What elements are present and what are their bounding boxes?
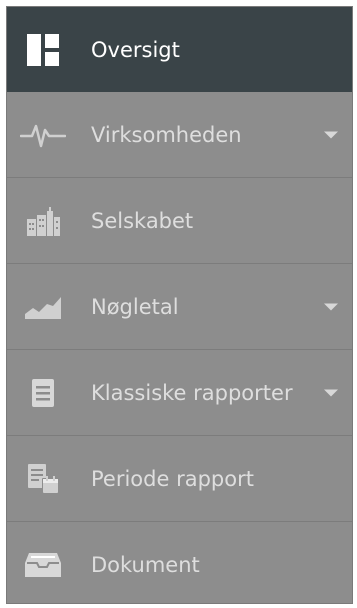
sidebar-item-selskabet[interactable]: Selskabet xyxy=(7,178,352,264)
sidebar-item-label: Dokument xyxy=(91,553,200,577)
sidebar-item-periode-rapport[interactable]: Periode rapport xyxy=(7,436,352,522)
sidebar-item-label: Klassiske rapporter xyxy=(91,380,293,405)
sidebar-item-klassiske-rapporter[interactable]: Klassiske rapporter xyxy=(7,350,352,436)
buildings-icon xyxy=(19,201,67,241)
chevron-down-icon[interactable] xyxy=(324,303,338,310)
dashboard-icon xyxy=(19,30,67,70)
sidebar-nav: Oversigt Virksomheden Selskabet Nøgletal… xyxy=(6,6,353,604)
sidebar-item-label: Oversigt xyxy=(91,37,180,62)
sidebar-item-oversigt[interactable]: Oversigt xyxy=(7,7,352,92)
period-report-icon xyxy=(19,459,67,499)
sidebar-item-label: Periode rapport xyxy=(91,466,254,491)
pulse-icon xyxy=(19,115,67,155)
sidebar-item-virksomheden[interactable]: Virksomheden xyxy=(7,92,352,178)
sidebar-item-dokument[interactable]: Dokument xyxy=(7,522,352,608)
sidebar-item-label: Nøgletal xyxy=(91,294,179,319)
chevron-down-icon[interactable] xyxy=(324,389,338,396)
sidebar-item-noegletal[interactable]: Nøgletal xyxy=(7,264,352,350)
inbox-icon xyxy=(19,545,67,585)
document-icon xyxy=(19,373,67,413)
sidebar-item-label: Selskabet xyxy=(91,208,194,233)
area-chart-icon xyxy=(19,287,67,327)
sidebar-item-label: Virksomheden xyxy=(91,122,242,147)
chevron-down-icon[interactable] xyxy=(324,131,338,138)
